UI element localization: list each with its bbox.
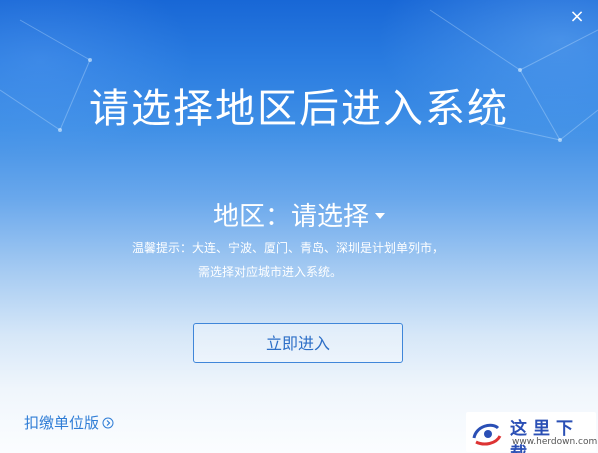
watermark-url: www.herdown.com bbox=[512, 437, 598, 447]
page-title: 请选择地区后进入系统 bbox=[89, 86, 509, 132]
watermark-text: 这里下载 bbox=[510, 419, 579, 453]
caret-down-icon bbox=[375, 212, 386, 219]
withholding-unit-version-link[interactable]: 扣缴单位版 bbox=[24, 412, 114, 433]
watermark: 这里下载 www.herdown.com bbox=[466, 412, 598, 453]
circle-arrow-right-icon bbox=[102, 417, 114, 428]
link-label: 扣缴单位版 bbox=[24, 414, 100, 432]
close-button[interactable]: × bbox=[568, 8, 586, 26]
hint-line-2: 需选择对应城市进入系统。 bbox=[198, 265, 343, 279]
login-window: × 请选择地区后进入系统 地区： 请选择 温馨提示：大连、宁波、厦门、青岛、深圳是… bbox=[0, 0, 598, 453]
enter-system-button[interactable]: 立即进入 bbox=[193, 323, 403, 363]
close-icon: × bbox=[569, 6, 585, 27]
region-selected-value: 请选择 bbox=[291, 202, 370, 232]
hint-line-1: 温馨提示：大连、宁波、厦门、青岛、深圳是计划单列市， bbox=[132, 241, 445, 255]
watermark-logo-icon bbox=[472, 423, 502, 446]
region-dropdown[interactable]: 请选择 bbox=[291, 196, 386, 233]
region-row: 地区： 请选择 bbox=[0, 196, 598, 233]
region-label: 地区： bbox=[212, 202, 291, 232]
hint-text: 温馨提示：大连、宁波、厦门、青岛、深圳是计划单列市， 需选择对应城市进入系统。 bbox=[132, 236, 552, 284]
